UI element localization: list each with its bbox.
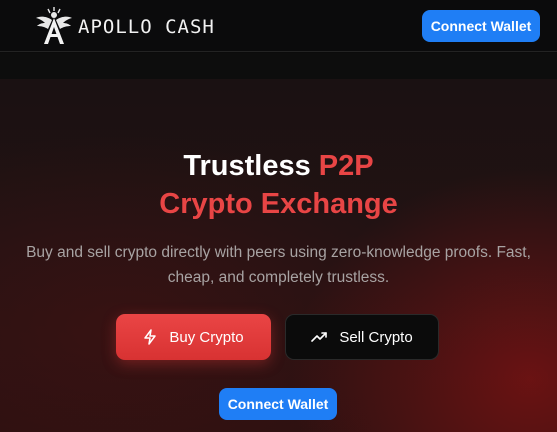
hero-title-line2: Crypto Exchange	[159, 188, 398, 220]
trending-up-icon	[311, 331, 328, 343]
hero-connect-wallet-button[interactable]: Connect Wallet	[219, 388, 337, 420]
buy-crypto-label: Buy Crypto	[169, 328, 244, 346]
brand-logo[interactable]: APOLLO CASH	[34, 6, 215, 46]
hero-title-accent: P2P	[318, 150, 374, 182]
sell-crypto-button[interactable]: Sell Crypto	[285, 314, 439, 360]
header-spacer	[0, 53, 557, 79]
hero-title-part1: Trustless	[183, 150, 319, 182]
winged-a-logo-icon	[34, 6, 74, 46]
connect-wallet-button[interactable]: Connect Wallet	[422, 10, 540, 42]
brand-name: APOLLO CASH	[78, 16, 215, 38]
buy-crypto-button[interactable]: Buy Crypto	[116, 314, 271, 360]
hero-subtitle-line1: Buy and sell crypto directly with peers …	[26, 244, 531, 261]
sell-crypto-label: Sell Crypto	[339, 328, 413, 346]
hero-title-line1: Trustless P2P	[0, 148, 557, 184]
top-navbar: APOLLO CASH Connect Wallet	[0, 0, 557, 52]
hero-subtitle-line2: cheap, and completely trustless.	[167, 269, 390, 286]
hero-subtitle: Buy and sell crypto directly with peers …	[0, 240, 557, 290]
lightning-icon	[143, 329, 157, 345]
